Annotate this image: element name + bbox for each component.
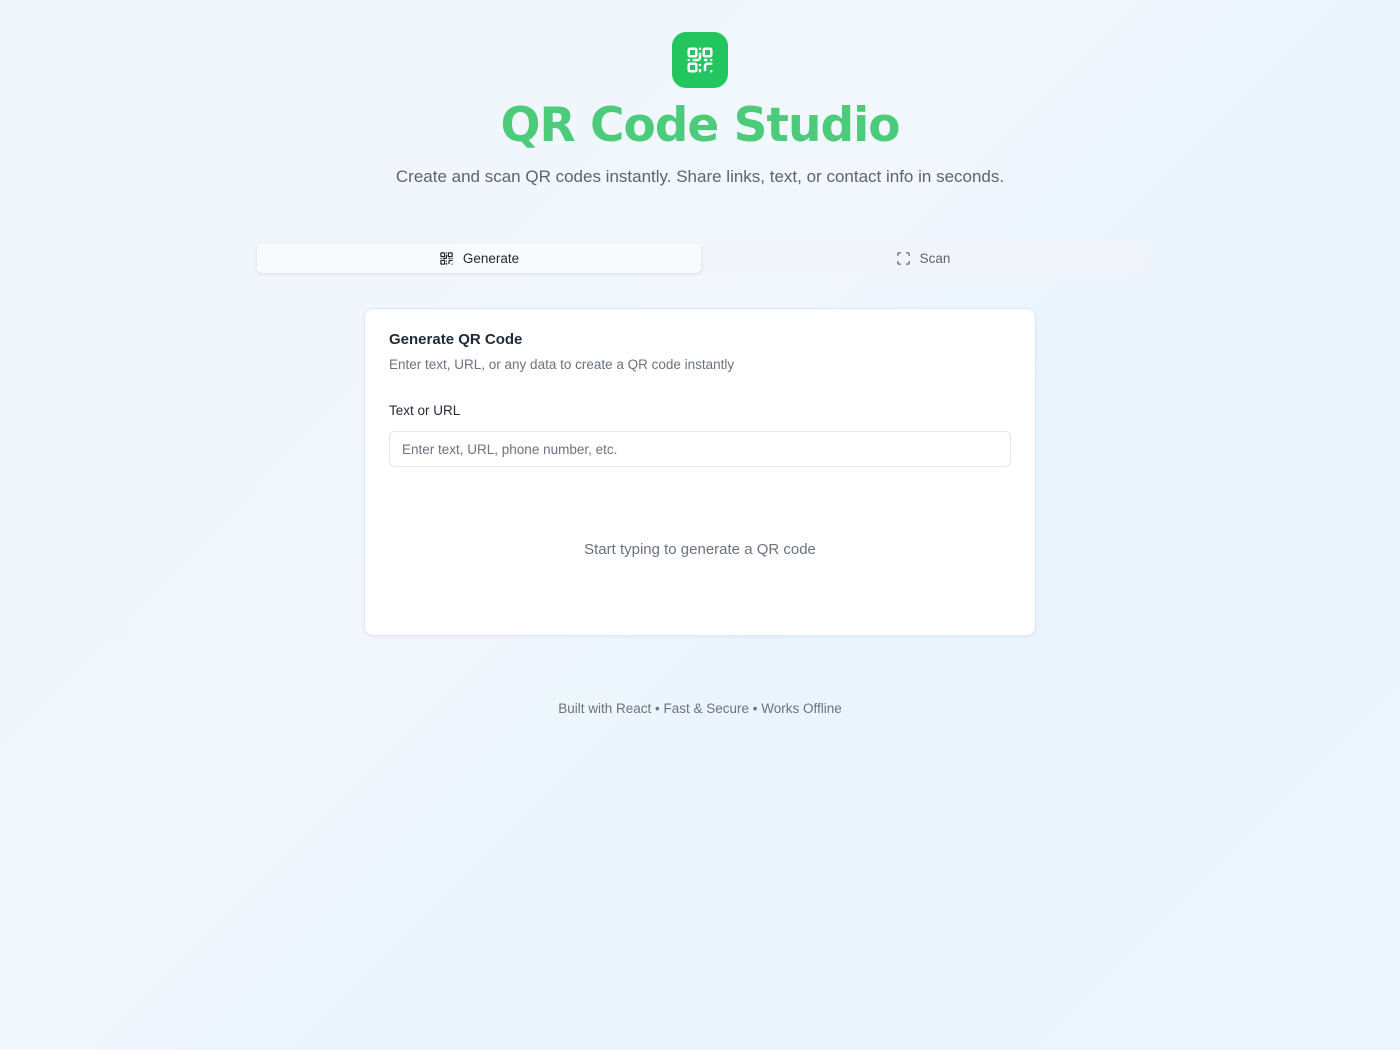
app-title: QR Code Studio [500, 98, 901, 153]
empty-state-message: Start typing to generate a QR code [584, 541, 816, 558]
tab-generate-label: Generate [462, 251, 520, 266]
text-url-input[interactable] [389, 431, 1011, 467]
app-logo [672, 32, 728, 88]
footer-text: Built with React • Fast & Secure • Works… [558, 701, 842, 716]
mode-tabs: Generate Scan [254, 241, 1148, 276]
card-title: Generate QR Code [389, 331, 523, 348]
qr-code-icon [440, 252, 453, 265]
tab-scan-label: Scan [919, 251, 951, 266]
tab-generate[interactable]: Generate [257, 244, 701, 273]
tab-scan[interactable]: Scan [701, 244, 1145, 273]
generate-card: Generate QR Code Enter text, URL, or any… [364, 308, 1036, 636]
scan-frame-icon [896, 252, 910, 265]
text-url-label: Text or URL [389, 403, 461, 418]
qr-code-icon [687, 47, 713, 73]
card-description: Enter text, URL, or any data to create a… [389, 357, 735, 372]
app-subtitle: Create and scan QR codes instantly. Shar… [395, 167, 1005, 186]
